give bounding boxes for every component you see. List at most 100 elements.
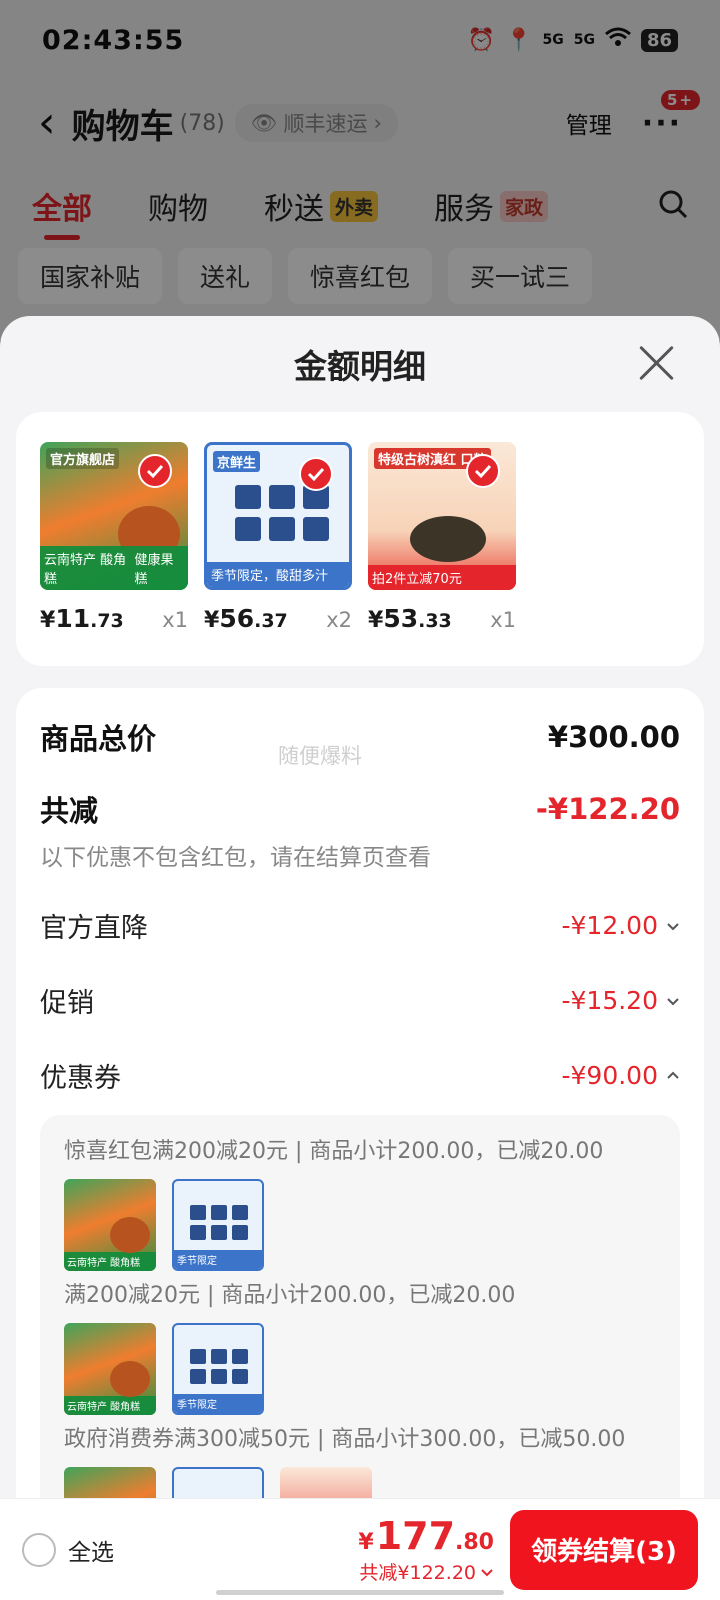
close-icon[interactable] xyxy=(638,344,676,382)
chevron-up-icon xyxy=(667,1071,679,1079)
product-item[interactable]: 官方旗舰店 云南特产 酸角糕 健康果糕 ¥ 11 .73 x1 xyxy=(40,442,188,636)
chip-gift[interactable]: 送礼 xyxy=(178,248,273,304)
cart-page-background: 02:43:55 ⏰ 📍 5G 5G 86 ‹ 购物车 (78) 👁 顺丰速运 … xyxy=(0,0,720,340)
tab-service-badge: 家政 xyxy=(500,190,549,222)
tab-service[interactable]: 服务 家政 xyxy=(434,184,549,228)
product-image-label: 拍2件立减70元 xyxy=(368,565,516,590)
cart-tabs: 全部 购物 秒送 外卖 服务 家政 xyxy=(0,178,720,240)
select-all-radio[interactable] xyxy=(22,1532,56,1567)
coupon-line: 惊喜红包满200减20元 | 商品小计200.00，已减20.00 xyxy=(64,1139,604,1164)
product-image-label-right: 健康果糕 xyxy=(134,553,174,587)
product-image: 官方旗舰店 云南特产 酸角糕 健康果糕 xyxy=(40,442,188,590)
check-icon[interactable] xyxy=(299,457,333,491)
product-image-top-text: 官方旗舰店 xyxy=(46,448,120,469)
manage-button[interactable]: 管理 xyxy=(566,106,612,140)
checkout-bar: 全选 ¥ 177 .80 共减¥122.20 领券结算(3) xyxy=(0,1498,720,1600)
product-image-label-left: 云南特产 酸角糕 xyxy=(44,553,127,587)
official-discount-label: 官方直降 xyxy=(40,913,148,944)
product-item[interactable]: 特级古树滇红 口粮 拍2件立减70元 ¥ 53 .33 x1 xyxy=(368,442,516,636)
checkout-button[interactable]: 领券结算(3) xyxy=(510,1509,698,1590)
shipping-pill-label: 顺丰速运 xyxy=(283,112,368,136)
product-image-label: 季节限定，酸甜多汁 xyxy=(207,562,349,587)
check-icon[interactable] xyxy=(466,454,500,488)
chevron-right-icon: › xyxy=(373,111,382,135)
total-price-value: ¥300.00 xyxy=(547,720,680,754)
price-integer: 53 xyxy=(383,604,419,633)
home-indicator xyxy=(216,1590,504,1595)
signal-5g-icon: 5G xyxy=(542,32,564,48)
chip-surprise-redpacket[interactable]: 惊喜红包 xyxy=(288,248,433,304)
official-discount-value: -¥12.00 xyxy=(561,911,659,940)
product-image-label-left: 季节限定，酸甜多汁 xyxy=(211,569,329,584)
product-image-top-text: 京鲜生 xyxy=(213,451,261,472)
coupon-line: 政府消费券满300减50元 | 商品小计300.00，已减50.00 xyxy=(64,1427,626,1452)
total-price-label: 商品总价 xyxy=(40,722,157,756)
promo-value: -¥15.20 xyxy=(561,986,659,1015)
tab-shopping[interactable]: 购物 xyxy=(148,184,208,228)
product-image-grid xyxy=(235,485,329,541)
more-dots-icon[interactable]: ··· 5+ xyxy=(642,89,700,141)
discount-label: 共减 xyxy=(40,794,99,828)
watermark: 随便爆料 xyxy=(278,744,362,768)
select-all-label[interactable]: 全选 xyxy=(68,1533,114,1567)
total-currency: ¥ xyxy=(358,1530,374,1555)
product-image-label: 云南特产 酸角糕 健康果糕 xyxy=(40,546,188,590)
tab-instant-label: 秒送 xyxy=(264,192,324,227)
coupon-value-wrap: -¥90.00 xyxy=(562,1061,681,1090)
total-price: ¥ 177 .80 xyxy=(358,1514,494,1558)
product-quantity: x2 xyxy=(326,608,352,632)
message-badge: 5+ xyxy=(660,89,700,110)
chip-buy-one-try-three[interactable]: 买一试三 xyxy=(448,248,593,304)
tab-instant-badge: 外卖 xyxy=(330,190,379,222)
product-quantity: x1 xyxy=(490,608,516,632)
signal-5g-icon-2: 5G xyxy=(573,32,595,48)
tab-all[interactable]: 全部 xyxy=(32,184,92,240)
tab-instant[interactable]: 秒送 外卖 xyxy=(264,184,379,228)
promo-label: 促销 xyxy=(40,988,94,1019)
discount-row: 共减 -¥122.20 xyxy=(40,788,680,830)
check-icon[interactable] xyxy=(138,454,172,488)
thumbnail-tag: 季节限定 xyxy=(174,1394,262,1413)
chevron-down-icon xyxy=(481,1568,493,1576)
official-discount-row[interactable]: 官方直降 -¥12.00 xyxy=(40,906,680,945)
shipping-pill[interactable]: 👁 顺丰速运 › xyxy=(234,104,398,142)
official-discount-value-wrap: -¥12.00 xyxy=(562,911,681,940)
product-image-shape xyxy=(410,516,486,562)
price-decimal: .37 xyxy=(254,610,288,632)
coupon-value: -¥90.00 xyxy=(561,1061,659,1090)
coupon-line: 满200减20元 | 商品小计200.00，已减20.00 xyxy=(64,1283,516,1308)
product-price: ¥ 11 .73 x1 xyxy=(40,604,188,633)
coupon-breakdown: 惊喜红包满200减20元 | 商品小计200.00，已减20.00 云南特产 酸… xyxy=(40,1115,680,1535)
price-currency: ¥ xyxy=(40,608,56,633)
status-time: 02:43:55 xyxy=(42,24,185,56)
savings-toggle[interactable]: 共减¥122.20 xyxy=(359,1558,494,1585)
tab-shopping-label: 购物 xyxy=(148,192,208,227)
location-icon: 📍 xyxy=(505,27,533,53)
chevron-down-icon xyxy=(667,922,679,930)
thumbnail-tag: 云南特产 酸角糕 xyxy=(64,1396,156,1415)
sheet-header: 金额明细 xyxy=(0,316,720,412)
eye-icon: 👁 xyxy=(250,110,278,135)
price-currency: ¥ xyxy=(204,608,220,633)
product-thumbnail: 云南特产 酸角糕 xyxy=(64,1323,156,1415)
back-arrow-icon[interactable]: ‹ xyxy=(38,101,56,145)
coupon-label: 优惠券 xyxy=(40,1063,121,1094)
search-icon[interactable] xyxy=(658,189,688,223)
product-thumbnail: 季节限定 xyxy=(172,1179,264,1271)
chip-national-subsidy[interactable]: 国家补贴 xyxy=(18,248,163,304)
amount-detail-sheet: 金额明细 官方旗舰店 云南特产 酸角糕 健康果糕 ¥ 11 .73 x1 京鲜生… xyxy=(0,316,720,1600)
price-currency: ¥ xyxy=(368,608,384,633)
tab-all-label: 全部 xyxy=(32,192,92,227)
chevron-down-icon xyxy=(667,997,679,1005)
thumbnail-tag: 季节限定 xyxy=(174,1250,262,1269)
battery-indicator: 86 xyxy=(640,28,678,52)
sheet-title: 金额明细 xyxy=(294,347,426,386)
wifi-icon xyxy=(604,27,631,53)
coupon-row[interactable]: 优惠券 -¥90.00 xyxy=(40,1056,680,1095)
total-decimal: .80 xyxy=(455,1530,494,1555)
product-item[interactable]: 京鲜生 季节限定，酸甜多汁 ¥ 56 .37 x2 xyxy=(204,442,352,636)
product-quantity: x1 xyxy=(162,608,188,632)
promo-row[interactable]: 促销 -¥15.20 xyxy=(40,981,680,1020)
product-image: 特级古树滇红 口粮 拍2件立减70元 xyxy=(368,442,516,590)
thumbnail-tag: 云南特产 酸角糕 xyxy=(64,1252,156,1271)
